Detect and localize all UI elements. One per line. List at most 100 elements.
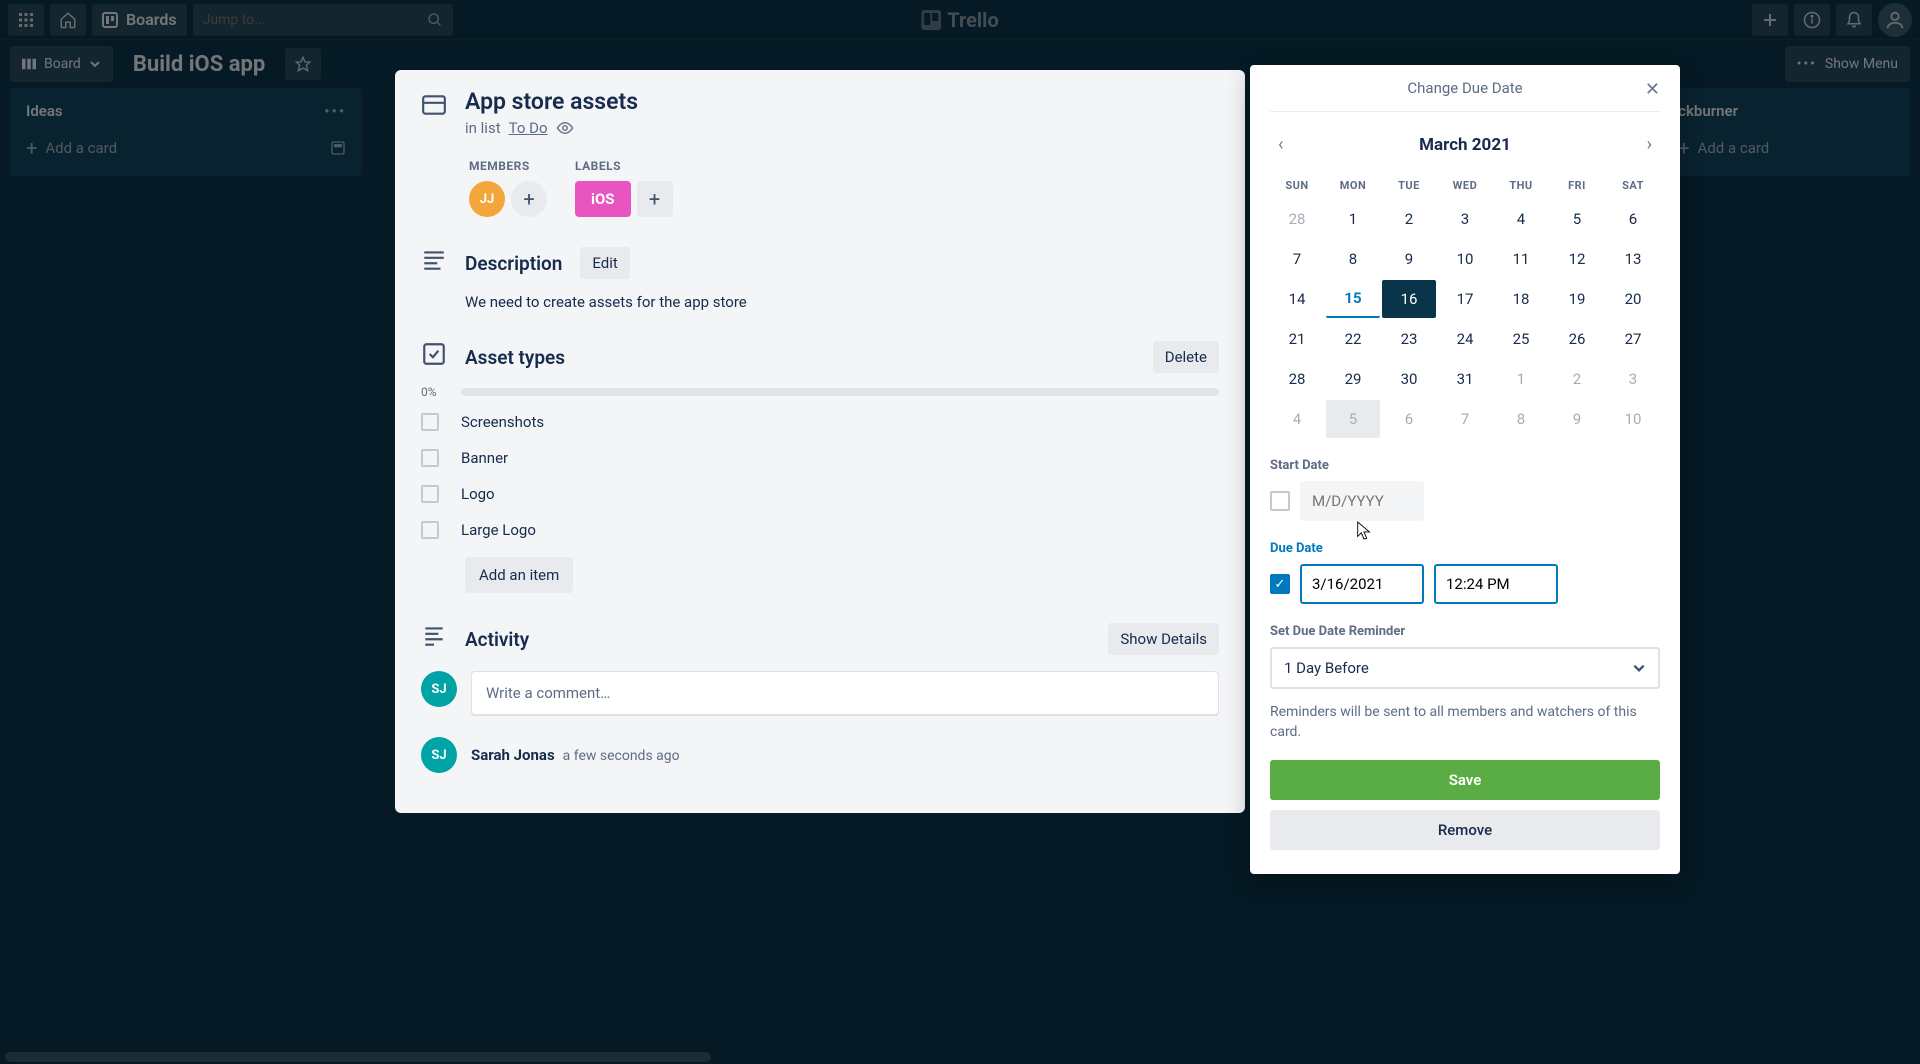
due-date-input[interactable] [1300,564,1424,604]
add-label-button[interactable]: + [637,181,673,217]
calendar-day[interactable]: 26 [1550,320,1604,358]
calendar-day[interactable]: 30 [1382,360,1436,398]
label-pill[interactable]: iOS [575,181,631,217]
checkbox[interactable] [421,521,439,539]
due-time-input[interactable] [1434,564,1558,604]
calendar-dow: SUN [1270,173,1324,198]
description-text[interactable]: We need to create assets for the app sto… [465,293,1219,311]
current-user-avatar: SJ [421,671,457,707]
calendar-day[interactable]: 10 [1438,240,1492,278]
checklist-item-text: Screenshots [461,413,544,431]
reminder-helper-text: Reminders will be sent to all members an… [1270,703,1660,742]
calendar-month: March 2021 [1419,135,1511,155]
checkbox[interactable] [421,449,439,467]
reminder-select[interactable]: 1 Day Before [1270,647,1660,689]
start-date-checkbox[interactable] [1270,491,1290,511]
popover-title: Change Due Date [1407,79,1522,97]
activity-heading: Activity [465,628,529,651]
calendar-day[interactable]: 4 [1494,200,1548,238]
calendar-day[interactable]: 9 [1550,400,1604,438]
labels-label: LABELS [575,159,673,173]
card-title[interactable]: App store assets [465,88,638,115]
edit-description-button[interactable]: Edit [580,247,629,279]
calendar-day[interactable]: 6 [1382,400,1436,438]
calendar-day[interactable]: 25 [1494,320,1548,358]
checklist-item-text: Banner [461,449,508,467]
calendar-day[interactable]: 29 [1326,360,1380,398]
calendar-day[interactable]: 5 [1326,400,1380,438]
calendar-day[interactable]: 19 [1550,280,1604,318]
checklist-item-text: Logo [461,485,495,503]
checklist-title[interactable]: Asset types [465,346,565,369]
due-date-checkbox[interactable]: ✓ [1270,574,1290,594]
list-link[interactable]: To Do [509,119,548,137]
calendar-day[interactable]: 15 [1326,280,1380,318]
calendar-day[interactable]: 21 [1270,320,1324,358]
progress-percent: 0% [421,385,451,399]
calendar-day[interactable]: 8 [1494,400,1548,438]
checklist-icon [421,341,447,367]
calendar-day[interactable]: 7 [1438,400,1492,438]
calendar-day[interactable]: 31 [1438,360,1492,398]
calendar-dow: TUE [1382,173,1436,198]
comment-input[interactable]: Write a comment… [471,671,1219,715]
watch-icon[interactable] [556,119,574,137]
calendar-day[interactable]: 10 [1606,400,1660,438]
calendar-day[interactable]: 22 [1326,320,1380,358]
checkbox[interactable] [421,485,439,503]
calendar-day[interactable]: 2 [1550,360,1604,398]
description-heading: Description [465,252,562,275]
calendar-day[interactable]: 5 [1550,200,1604,238]
activity-icon [421,623,447,649]
calendar-day[interactable]: 6 [1606,200,1660,238]
due-date-label: Due Date [1270,541,1660,556]
calendar-day[interactable]: 16 [1382,280,1436,318]
calendar-day[interactable]: 24 [1438,320,1492,358]
member-avatar[interactable]: JJ [469,181,505,217]
activity-entry: Sarah Jonasa few seconds ago [471,746,680,764]
calendar-day[interactable]: 3 [1438,200,1492,238]
calendar-day[interactable]: 27 [1606,320,1660,358]
activity-avatar: SJ [421,737,457,773]
calendar-dow: SAT [1606,173,1660,198]
checklist-item[interactable]: Banner [421,449,1219,467]
prev-month-button[interactable]: ‹ [1270,130,1291,159]
remove-button[interactable]: Remove [1270,810,1660,850]
checklist-item[interactable]: Screenshots [421,413,1219,431]
save-button[interactable]: Save [1270,760,1660,800]
calendar-day[interactable]: 4 [1270,400,1324,438]
calendar-day[interactable]: 3 [1606,360,1660,398]
delete-checklist-button[interactable]: Delete [1153,341,1219,373]
checklist-item[interactable]: Large Logo [421,521,1219,539]
calendar-day[interactable]: 13 [1606,240,1660,278]
calendar-day[interactable]: 1 [1326,200,1380,238]
calendar-day[interactable]: 14 [1270,280,1324,318]
calendar-day[interactable]: 28 [1270,200,1324,238]
calendar-day[interactable]: 28 [1270,360,1324,398]
calendar-day[interactable]: 12 [1550,240,1604,278]
progress-bar [461,388,1219,396]
calendar-day[interactable]: 23 [1382,320,1436,358]
calendar-dow: MON [1326,173,1380,198]
add-checklist-item-button[interactable]: Add an item [465,557,573,593]
next-month-button[interactable]: › [1639,130,1660,159]
calendar-day[interactable]: 18 [1494,280,1548,318]
checklist-item[interactable]: Logo [421,485,1219,503]
checkbox[interactable] [421,413,439,431]
date-popover: Change Due Date ✕ ‹ March 2021 › SUNMONT… [1250,65,1680,874]
calendar-day[interactable]: 7 [1270,240,1324,278]
calendar-day[interactable]: 1 [1494,360,1548,398]
calendar-grid: SUNMONTUEWEDTHUFRISAT2812345678910111213… [1270,173,1660,438]
card-list-location: in list To Do [465,119,638,137]
close-icon[interactable]: ✕ [1645,79,1660,100]
calendar-day[interactable]: 2 [1382,200,1436,238]
show-details-button[interactable]: Show Details [1108,623,1219,655]
calendar-day[interactable]: 9 [1382,240,1436,278]
calendar-day[interactable]: 11 [1494,240,1548,278]
add-member-button[interactable]: + [511,181,547,217]
calendar-day[interactable]: 20 [1606,280,1660,318]
checklist-item-text: Large Logo [461,521,536,539]
start-date-input[interactable] [1300,481,1424,521]
calendar-day[interactable]: 8 [1326,240,1380,278]
calendar-day[interactable]: 17 [1438,280,1492,318]
